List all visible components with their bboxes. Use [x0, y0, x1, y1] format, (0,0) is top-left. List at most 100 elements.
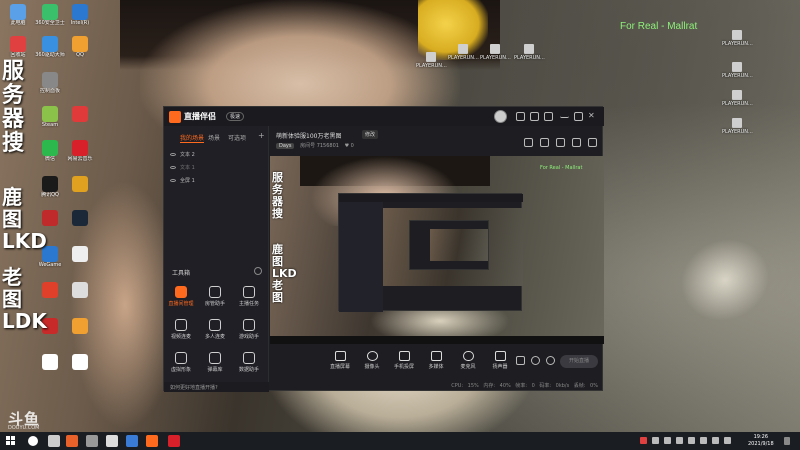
speaker-button[interactable]: 扬声器 [486, 351, 514, 370]
tool-item[interactable]: 视频连麦 [166, 319, 196, 340]
lock-icon[interactable] [540, 138, 549, 147]
desktop-icon[interactable]: 控制面板 [34, 72, 66, 94]
desktop-file[interactable]: PLAYERUN... [448, 44, 479, 61]
desktop-icon[interactable]: Intel(R) [64, 4, 96, 26]
desktop-file[interactable]: PLAYERUN... [480, 44, 511, 61]
streaming-app-taskbar-icon[interactable] [146, 435, 158, 447]
tool-item[interactable]: 多人连麦 [200, 319, 230, 340]
network-icon[interactable] [688, 437, 695, 444]
start-live-button[interactable]: 开始直播 [560, 355, 598, 368]
desktop-file[interactable]: PLAYERUN... [722, 30, 753, 47]
tray-icon[interactable] [724, 437, 731, 444]
tool-item[interactable]: 虚拟形象 [166, 352, 196, 373]
clock[interactable]: 19:26 2021/9/18 [748, 434, 774, 448]
scene-item[interactable]: 全屏 1 [170, 177, 195, 184]
volume-icon[interactable] [700, 437, 707, 444]
skin-icon[interactable] [544, 112, 553, 121]
edit-title-button[interactable]: 修改 [362, 130, 379, 139]
desktop-file[interactable]: PLAYERUN... [416, 52, 447, 69]
record-icon[interactable] [556, 138, 565, 147]
intel-icon [72, 4, 88, 20]
taskview-icon[interactable] [48, 435, 60, 447]
desktop-icon[interactable]: 360安全卫士 [34, 4, 66, 26]
message-icon[interactable] [516, 112, 525, 121]
tab-options[interactable]: 可选项 [228, 133, 246, 142]
screen-capture-button[interactable]: 直播屏幕 [326, 351, 354, 370]
record-video-icon[interactable] [516, 356, 525, 365]
desktop-icon[interactable] [64, 282, 96, 298]
desktop-icon[interactable]: 网易云音乐 [64, 140, 96, 162]
desktop-icon[interactable] [64, 354, 96, 370]
layout-icon[interactable] [524, 138, 533, 147]
desktop-icon[interactable]: Steam [34, 106, 66, 128]
tool-item[interactable]: 游戏助手 [234, 319, 264, 340]
share-icon[interactable] [588, 138, 597, 147]
add-scene-icon[interactable]: + [258, 131, 265, 140]
app-taskbar-icon[interactable] [126, 435, 138, 447]
scene-item[interactable]: 文本 1 [170, 164, 195, 171]
more-icon[interactable] [254, 267, 262, 275]
tray-icon[interactable] [664, 437, 671, 444]
computer-icon [10, 4, 26, 20]
desktop-icon[interactable] [64, 106, 96, 122]
stream-preview[interactable]: For Real - Mallrat 服 务 器 搜 鹿 图 LKD 老 图 [270, 156, 604, 344]
bell-icon[interactable] [572, 138, 581, 147]
microphone-button[interactable]: 麦克风 [454, 351, 482, 370]
app-taskbar-icon[interactable] [86, 435, 98, 447]
eye-icon[interactable] [170, 179, 176, 182]
desktop-icon[interactable] [64, 246, 96, 262]
desktop-file[interactable]: PLAYERUN... [514, 44, 545, 61]
tray-icon[interactable] [652, 437, 659, 444]
nested-app-capture [409, 220, 489, 270]
file-icon [72, 354, 88, 370]
windows-start-icon[interactable] [6, 436, 16, 446]
app-icon [72, 106, 88, 122]
desktop-icon[interactable]: 微信 [34, 140, 66, 162]
eye-icon[interactable] [170, 166, 176, 169]
tool-item[interactable]: 直播间管理 [166, 286, 196, 307]
desktop-icon[interactable] [34, 354, 66, 370]
tool-item[interactable]: 数据助手 [234, 352, 264, 373]
version-badge[interactable]: 极速 [226, 112, 245, 121]
desktop-icon[interactable] [64, 318, 96, 334]
settings-icon[interactable] [530, 112, 539, 121]
media-icon [430, 351, 442, 361]
app-icon [72, 36, 88, 52]
desktop-file[interactable]: PLAYERUN... [722, 62, 753, 79]
tab-my-scenes[interactable]: 我的场景 [180, 133, 205, 143]
ime-icon[interactable] [712, 437, 719, 444]
desktop-icon[interactable]: 此电脑 [2, 4, 34, 26]
category-pill[interactable]: Days [276, 143, 295, 149]
desktop-icon[interactable]: QQ [64, 36, 96, 58]
tool-item[interactable]: 弹幕库 [200, 352, 230, 373]
desktop-icon[interactable] [64, 210, 96, 226]
phone-cast-button[interactable]: 手机投屏 [390, 351, 418, 370]
notice-link[interactable]: 如何更好地直播开播? [164, 382, 269, 392]
settings-gear-icon[interactable] [546, 356, 555, 365]
app-taskbar-icon[interactable] [106, 435, 118, 447]
tray-icon[interactable] [676, 437, 683, 444]
tray-icon[interactable] [640, 437, 647, 444]
media-button[interactable]: 多媒体 [422, 351, 450, 370]
desktop-file[interactable]: PLAYERUN... [722, 118, 753, 135]
tool-item[interactable]: 房管助手 [200, 286, 230, 307]
app-taskbar-icon[interactable] [66, 435, 78, 447]
close-icon[interactable]: ✕ [588, 112, 597, 121]
tool-item[interactable]: 主播任务 [234, 286, 264, 307]
desktop-icon[interactable]: 回收站 [2, 36, 34, 58]
search-icon[interactable] [28, 436, 38, 446]
notification-icon[interactable] [784, 437, 790, 445]
tab-scenes[interactable]: 场景 [208, 133, 220, 142]
mute-icon[interactable] [531, 356, 540, 365]
maximize-icon[interactable] [574, 112, 583, 121]
netease-taskbar-icon[interactable] [168, 435, 180, 447]
scene-item[interactable]: 文本 2 [170, 151, 195, 158]
desktop-icon[interactable]: 360驱动大师 [34, 36, 66, 58]
desktop: 此电脑 360安全卫士 Intel(R) 回收站 360驱动大师 QQ 服 务 … [0, 0, 800, 450]
camera-button[interactable]: 摄像头 [358, 351, 386, 370]
minimize-icon[interactable] [560, 112, 569, 118]
avatar[interactable] [494, 110, 507, 123]
eye-icon[interactable] [170, 153, 176, 156]
desktop-icon[interactable] [64, 176, 96, 192]
desktop-file[interactable]: PLAYERUN... [722, 90, 753, 107]
